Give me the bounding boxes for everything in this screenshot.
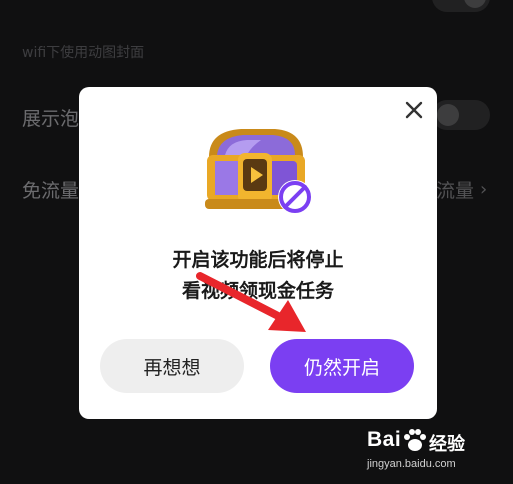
close-button[interactable] xyxy=(403,99,425,121)
paw-icon xyxy=(404,429,426,451)
cancel-button[interactable]: 再想想 xyxy=(100,339,244,393)
confirm-dialog: 开启该功能后将停止 看视频领现金任务 再想想 仍然开启 xyxy=(79,87,437,419)
message-line-2: 看视频领现金任务 xyxy=(181,280,334,302)
dialog-message: 开启该功能后将停止 看视频领现金任务 xyxy=(79,245,437,307)
close-icon xyxy=(405,101,423,119)
message-line-1: 开启该功能后将停止 xyxy=(172,249,344,271)
watermark-url: jingyan.baidu.com xyxy=(367,458,456,470)
baidu-jingyan-watermark: Bai 经验 jingyan.baidu.com xyxy=(367,426,509,482)
watermark-jingyan: 经验 xyxy=(429,434,465,455)
confirm-enable-button[interactable]: 仍然开启 xyxy=(270,339,414,393)
watermark-logo-text: Bai xyxy=(367,428,402,451)
treasure-chest-icon xyxy=(205,129,312,214)
